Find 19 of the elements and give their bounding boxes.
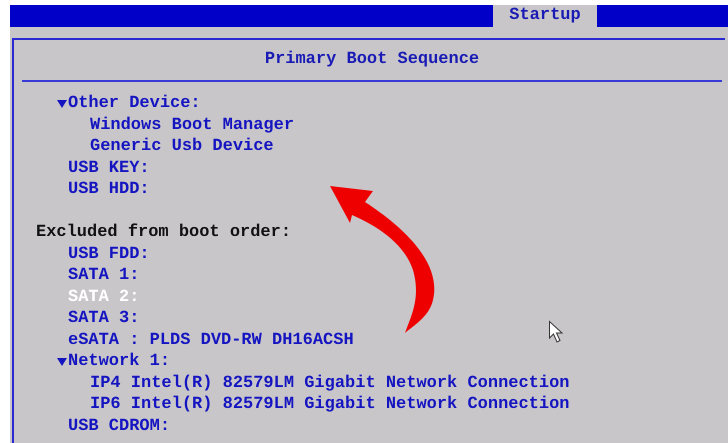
boot-device-item[interactable]: USB KEY: — [68, 158, 150, 179]
expand-arrow-icon[interactable] — [57, 357, 67, 366]
boot-device-item[interactable]: Windows Boot Manager — [90, 114, 294, 136]
startup-tab[interactable]: Startup — [493, 5, 597, 27]
boot-device-item[interactable]: USB CDROM: — [68, 416, 170, 437]
boot-device-item[interactable]: IP4 Intel(R) 82579LM Gigabit Network Connection — [90, 372, 570, 394]
boot-device-item[interactable]: IP6 Intel(R) 82579LM Gigabit Network Connection — [90, 394, 570, 416]
boot-device-item[interactable]: eSATA : PLDS DVD-RW DH16ACSH — [68, 330, 354, 351]
section-heading: Excluded from boot order: — [36, 222, 292, 244]
mouse-pointer-icon — [549, 320, 564, 343]
boot-device-item[interactable]: SATA 3: — [68, 308, 140, 330]
boot-device-item[interactable]: Network 1: — [68, 351, 170, 372]
panel-title: Primary Boot Sequence — [22, 40, 722, 82]
expand-arrow-icon[interactable] — [57, 99, 67, 108]
boot-device-item[interactable]: SATA 1: — [68, 265, 140, 286]
boot-device-item[interactable]: Other Device: — [68, 93, 201, 114]
boot-device-item[interactable]: USB HDD: — [68, 179, 150, 200]
boot-device-item[interactable]: Generic Usb Device — [90, 136, 274, 158]
boot-device-item[interactable]: USB FDD: — [68, 244, 150, 265]
